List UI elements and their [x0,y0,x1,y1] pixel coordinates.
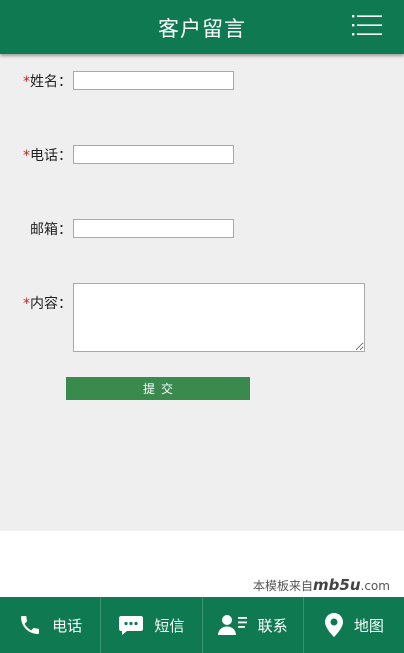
tab-phone-label: 电话 [52,616,83,635]
app-header: 客户留言 [0,0,404,54]
watermark: 本模板来自mb5u.com [253,576,390,594]
tab-contact[interactable]: 联系 [201,597,303,653]
email-label-text: 邮箱： [30,222,72,238]
name-input[interactable] [73,71,234,90]
message-icon [119,616,144,635]
tab-sms-label: 短信 [154,616,185,635]
name-label-text: 姓名： [30,74,72,90]
watermark-brand: mb5u [313,576,361,594]
message-textarea[interactable] [73,283,365,352]
tab-sms[interactable]: 短信 [100,597,201,653]
message-label-text: 内容： [30,296,72,312]
message-form: *姓名： *电话： 邮箱： *内容： 提交 [0,54,404,531]
menu-icon [352,15,382,36]
tab-map-label: 地图 [353,616,384,635]
contact-icon [217,615,247,635]
phone-label-text: 电话： [30,148,72,164]
required-mark: * [23,148,30,164]
watermark-suffix: .com [360,579,390,593]
bottom-nav: 电话 短信 联系 地图 [0,597,404,653]
phone-label: *电话： [18,145,72,165]
name-label: *姓名： [18,71,72,91]
required-mark: * [23,296,30,312]
watermark-prefix: 本模板来自 [253,579,314,593]
menu-button[interactable] [350,12,384,38]
phone-icon [21,616,40,634]
tab-map[interactable]: 地图 [302,597,404,653]
phone-input[interactable] [73,145,234,164]
map-pin-icon [324,613,343,637]
tab-contact-label: 联系 [257,616,288,635]
page-title: 客户留言 [158,17,246,41]
email-label: 邮箱： [18,219,72,239]
email-input[interactable] [73,219,234,238]
tab-phone[interactable]: 电话 [0,597,100,653]
submit-button[interactable]: 提交 [66,377,250,400]
required-mark: * [23,74,30,90]
message-label: *内容： [18,293,72,313]
